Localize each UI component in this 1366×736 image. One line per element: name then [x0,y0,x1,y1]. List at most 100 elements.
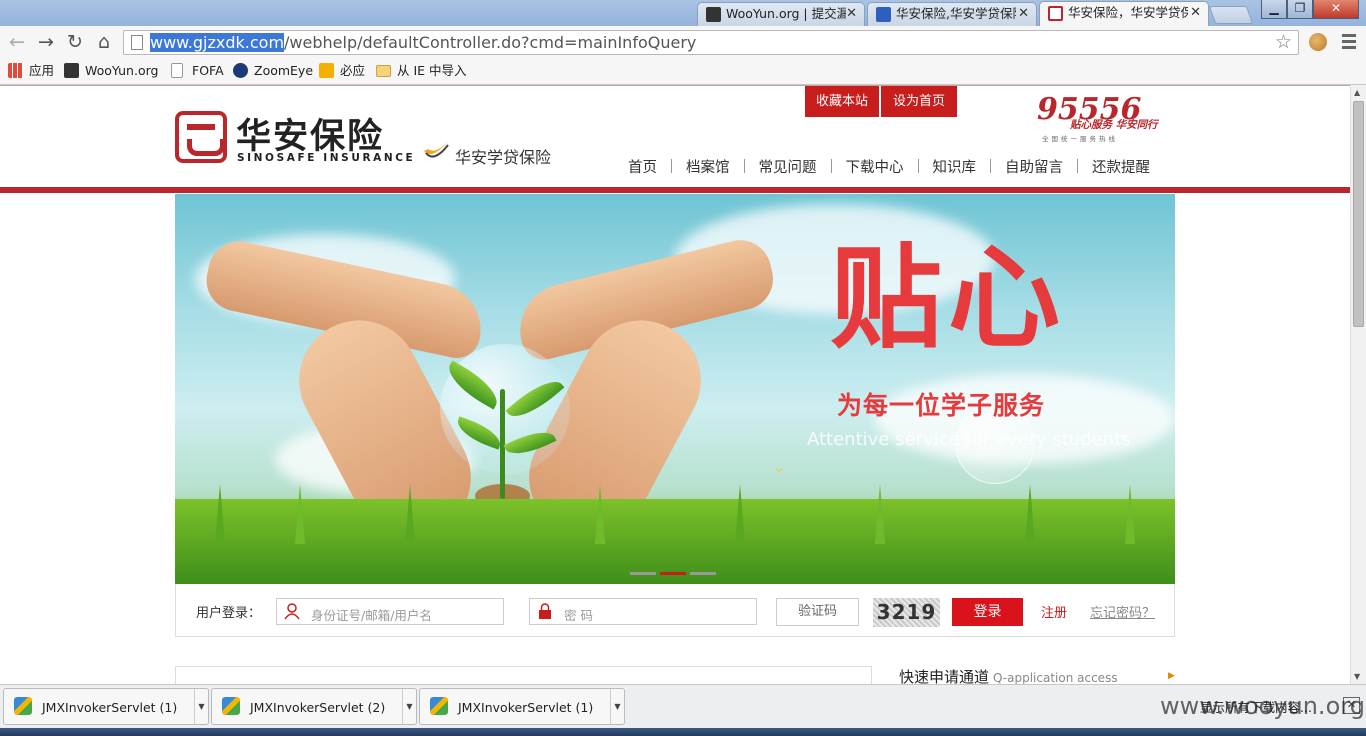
maximize-button[interactable]: ❐ [1287,0,1313,19]
file-icon [222,697,240,715]
nav-message[interactable]: 自助留言 [997,156,1071,177]
chevron-down-icon: ⌄ [773,460,785,476]
sub-brand: 华安学贷保险 [455,148,552,167]
password-field[interactable]: 密 码 [529,598,757,625]
nav-home[interactable]: 首页 [620,156,665,177]
nav-divider [917,159,919,173]
login-button[interactable]: 登录 [952,598,1023,626]
banner-title: 贴心 [830,234,1066,364]
sinosafe-logo-icon[interactable] [175,111,227,163]
grass-blade [215,484,225,544]
set-homepage-button[interactable]: 设为首页 [881,86,957,117]
scroll-up-icon[interactable]: ▲ [1354,88,1360,97]
back-icon[interactable]: ← [5,30,29,54]
slide-dot[interactable] [630,572,656,575]
nav-divider [743,159,745,173]
download-item[interactable]: JMXInvokerServlet (2) ▼ [211,688,417,725]
bookmark-wooyun[interactable]: WooYun.org [64,62,158,79]
password-placeholder: 密 码 [564,608,593,623]
download-item[interactable]: JMXInvokerServlet (1) ▼ [3,688,209,725]
bookmark-label: 应用 [29,63,55,78]
apps-grid-icon [8,63,23,78]
url-path: /webhelp/defaultController.do?cmd=mainIn… [284,33,697,52]
light-bubble [440,344,570,474]
captcha-input[interactable]: 验证码 [776,598,859,626]
new-tab-button[interactable] [1208,6,1254,24]
page-scrollbar[interactable]: ▲ ▼ [1350,85,1366,684]
file-icon [430,697,448,715]
folder-icon [376,65,391,77]
bing-icon [319,63,334,78]
user-icon [284,603,300,620]
url-host: www.gjzxdk.com [150,33,285,52]
cookie-extension-icon[interactable] [1309,33,1327,51]
grass-blade [1125,484,1135,544]
close-icon[interactable]: ✕ [1190,2,1201,24]
slide-dot-active[interactable] [660,572,686,575]
login-label: 用户登录： [196,606,262,621]
captcha-image[interactable]: 3219 [873,598,940,627]
page-icon [171,63,183,78]
address-bar[interactable]: www.gjzxdk.com/webhelp/defaultController… [123,30,1299,55]
nav-divider [990,159,991,173]
quick-apply-title[interactable]: 快速申请通道 Q-application access [899,666,1118,684]
bookmark-zoomeye[interactable]: ZoomEye [233,62,313,79]
page-icon [131,35,143,50]
watermark: www.wooyun.org [1160,692,1365,720]
bookmark-site-button[interactable]: 收藏本站 [805,86,879,117]
hero-banner[interactable]: 贴心 为每一位学子服务 Attentive service for every … [175,194,1175,584]
close-icon[interactable]: ✕ [846,3,857,25]
scroll-thumb[interactable] [1353,101,1364,327]
address-url[interactable]: www.gjzxdk.com/webhelp/defaultController… [150,33,696,52]
sinosafe-favicon-icon [1048,6,1063,21]
download-name: JMXInvokerServlet (1) [458,700,594,715]
page-viewport: 收藏本站 设为首页 华安保险 SINOSAFE INSURANCE 华安学贷保险… [0,85,1350,684]
tab-sinosafe-active[interactable]: 华安保险，华安学贷保 ✕ [1039,1,1209,26]
chevron-down-icon[interactable]: ▼ [402,689,416,724]
zoomeye-icon [233,63,248,78]
username-field[interactable]: 身份证号/邮箱/用户名 [276,598,504,625]
baidu-paw-favicon-icon [876,7,891,22]
nav-divider [830,159,832,173]
menu-icon[interactable] [1342,34,1356,52]
home-icon[interactable]: ⌂ [92,30,116,54]
minimize-button[interactable]: ▁ [1261,0,1287,19]
scroll-down-icon[interactable]: ▼ [1354,672,1360,681]
download-name: JMXInvokerServlet (2) [250,700,386,715]
quick-apply-label: 快速申请通道 [899,668,990,684]
bookmark-ie-import[interactable]: 从 IE 中导入 [376,62,467,79]
triangle-right-icon: ▶ [1168,671,1175,681]
nav-faq[interactable]: 常见问题 [751,156,825,177]
download-item[interactable]: JMXInvokerServlet (1) ▼ [419,688,625,725]
browser-titlebar: WooYun.org | 提交漏 ✕ 华安保险,华安学贷保险 ✕ 华安保险，华安… [0,0,1366,26]
nav-divider [671,159,672,173]
quick-apply-subtitle: Q-application access [993,671,1118,684]
grass-blade [595,484,605,544]
window-close-button[interactable]: ✕ [1313,0,1359,19]
tab-label: 华安保险，华安学贷保 [1068,5,1188,20]
tab-sinosafe-1[interactable]: 华安保险,华安学贷保险 ✕ [867,2,1037,26]
tab-label: WooYun.org | 提交漏 [726,6,846,21]
nav-archive[interactable]: 档案馆 [678,156,738,177]
chevron-down-icon[interactable]: ▼ [610,689,624,724]
wooyun-favicon-icon [706,7,721,22]
close-icon[interactable]: ✕ [1018,3,1029,25]
forward-icon[interactable]: → [34,30,58,54]
tab-wooyun[interactable]: WooYun.org | 提交漏 ✕ [697,2,865,26]
bookmark-bing[interactable]: 必应 [319,62,365,79]
nav-downloads[interactable]: 下载中心 [838,156,912,177]
bookmark-apps[interactable]: 应用 [8,62,54,79]
bookmark-fofa[interactable]: FOFA [171,62,224,79]
bookmark-star-icon[interactable]: ☆ [1275,31,1292,54]
content-panel [175,666,872,684]
banner-english: Attentive service for every students [807,429,1131,450]
nav-repayment[interactable]: 还款提醒 [1084,156,1158,177]
chevron-down-icon[interactable]: ▼ [194,689,208,724]
nav-knowledge[interactable]: 知识库 [925,156,985,177]
slide-dot[interactable] [690,572,716,575]
reload-icon[interactable]: ↻ [63,30,87,54]
forgot-password-link[interactable]: 忘记密码？ [1090,602,1155,621]
register-link[interactable]: 注册 [1041,602,1067,621]
nav-divider [1077,159,1078,173]
os-taskbar [0,728,1366,736]
